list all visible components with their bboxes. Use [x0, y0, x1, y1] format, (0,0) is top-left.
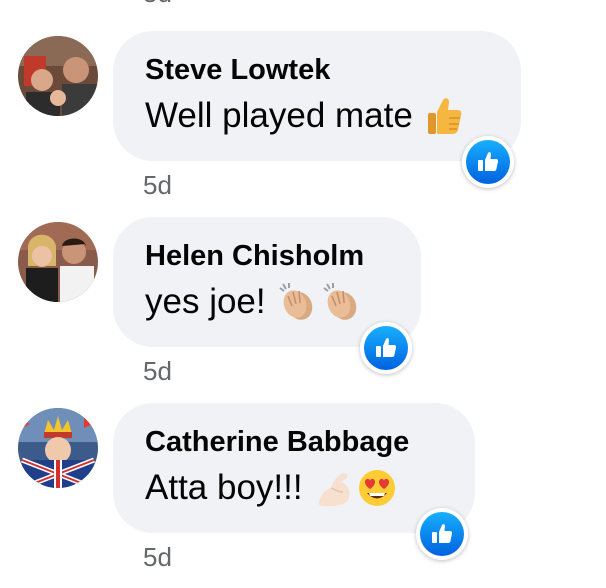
comment-text-content: Atta boy!!!	[145, 468, 303, 507]
comment-text: yes joe!	[145, 279, 389, 325]
comment-time[interactable]: 5d	[143, 356, 172, 386]
like-icon	[466, 140, 510, 184]
like-reaction-badge[interactable]	[416, 508, 468, 560]
comment-bubble[interactable]: Catherine Babbage Atta boy!!!	[113, 403, 475, 533]
comment-text: Atta boy!!!	[145, 465, 443, 511]
avatar[interactable]	[18, 408, 98, 488]
flexed-biceps-emoji	[315, 468, 355, 508]
heart-eyes-emoji	[357, 468, 397, 508]
like-icon	[364, 326, 408, 370]
like-icon	[420, 512, 464, 556]
clapping-hands-emoji	[322, 282, 362, 322]
comment-author[interactable]: Steve Lowtek	[145, 53, 489, 87]
clapping-hands-emoji	[278, 282, 318, 322]
comment-time[interactable]: 5d	[143, 170, 172, 200]
timestamp[interactable]: 5d	[143, 0, 172, 9]
comment-text: Well played mate	[145, 93, 489, 139]
like-reaction-badge[interactable]	[360, 322, 412, 374]
comment-text-content: yes joe!	[145, 282, 266, 321]
comment-text-content: Well played mate	[145, 96, 413, 135]
like-reaction-badge[interactable]	[462, 136, 514, 188]
comment-author[interactable]: Catherine Babbage	[145, 425, 443, 459]
avatar[interactable]	[18, 222, 98, 302]
comment-time[interactable]: 5d	[143, 542, 172, 572]
comments-thread: 5d Steve Lowtek Well played mate	[0, 0, 606, 588]
avatar[interactable]	[18, 36, 98, 116]
thumbs-up-emoji	[425, 96, 463, 136]
comment-author[interactable]: Helen Chisholm	[145, 239, 389, 273]
comment-bubble[interactable]: Steve Lowtek Well played mate	[113, 31, 521, 161]
